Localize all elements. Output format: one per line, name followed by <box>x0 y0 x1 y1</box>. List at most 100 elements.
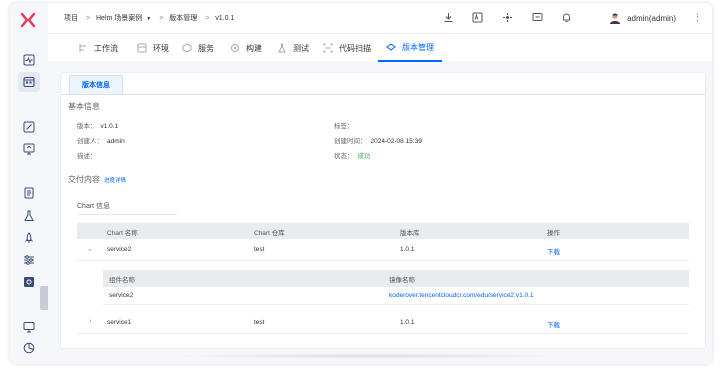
top-bar: 项目 > Helm 场景案例 ▼ > 版本管理 > v1.0.1 admin(a… <box>48 3 712 33</box>
sidebar-collapse-handle[interactable] <box>40 286 48 310</box>
tab-version-management-label: 版本管理 <box>402 42 434 52</box>
status-badge: 成功 <box>357 153 371 160</box>
tab-version-management[interactable]: 版本管理 <box>378 34 442 62</box>
version-value: v1.0.1 <box>100 123 119 130</box>
delivery-title: 交付内容 <box>68 175 100 184</box>
version-label: 版本： <box>77 123 97 130</box>
breadcrumb-version-management[interactable]: 版本管理 <box>169 15 197 22</box>
col-chart-name: Chart 名称 <box>107 230 138 237</box>
chart-info-title: Chart 信息 <box>77 203 111 210</box>
breadcrumb-project[interactable]: Helm 场景案例 <box>96 15 142 22</box>
creator-field: 创建人： admin <box>77 135 125 145</box>
project-nav-tabs: 工作流 环境 服务 构建 测试 代码扫描 版本管理 <box>48 33 712 62</box>
sidebar <box>10 3 48 364</box>
environment-icon <box>137 43 147 53</box>
test-icon <box>278 43 286 53</box>
basic-info-title: 基本信息 <box>68 102 100 111</box>
chart-repo-cell: test <box>254 246 265 253</box>
version-icon <box>386 43 396 51</box>
version-cell: 1.0.1 <box>400 319 415 326</box>
tab-workflow[interactable]: 工作流 <box>78 34 118 62</box>
caret-down-icon[interactable]: ▼ <box>146 16 151 22</box>
description-field: 描述： <box>77 150 97 160</box>
document-icon[interactable] <box>23 187 35 199</box>
tab-build-label: 构建 <box>246 43 262 53</box>
download-link[interactable]: 下载 <box>547 246 560 256</box>
tab-test[interactable]: 测试 <box>277 34 309 62</box>
breadcrumb-separator: > <box>205 15 210 22</box>
projects-icon <box>23 76 35 88</box>
expand-chevron-icon[interactable]: › <box>89 318 91 325</box>
chart-name-cell: service2 <box>107 246 132 253</box>
plugin-icon[interactable] <box>502 12 513 23</box>
col-actions: 操作 <box>547 230 560 237</box>
description-label: 描述： <box>77 153 97 160</box>
edit-icon[interactable] <box>23 121 35 133</box>
zadig-logo[interactable] <box>20 12 36 28</box>
tab-service-label: 服务 <box>198 43 214 53</box>
activity-icon[interactable] <box>23 54 35 66</box>
breadcrumb-separator: > <box>159 15 164 22</box>
workflow-icon <box>79 44 86 52</box>
col-component-name: 组件名称 <box>109 277 135 284</box>
component-name-cell: service2 <box>109 292 134 299</box>
collapse-chevron-icon[interactable]: ⌄ <box>87 245 93 253</box>
created-time-field: 创建时间： 2024-02-08 15:39 <box>334 135 422 145</box>
pie-chart-icon[interactable] <box>23 342 35 354</box>
flask-icon[interactable] <box>23 210 35 222</box>
breadcrumb: 项目 > Helm 场景案例 ▼ > 版本管理 > v1.0.1 <box>64 13 236 23</box>
status-label: 状态： <box>334 153 354 160</box>
tag-field: 标签： <box>334 120 354 130</box>
status-field: 状态： 成功 <box>334 150 371 160</box>
table-row: ⌄ service2 test 1.0.1 下载 <box>77 239 689 261</box>
tab-service[interactable]: 服务 <box>182 34 214 62</box>
tab-code-scan[interactable]: 代码扫描 <box>323 34 371 62</box>
version-cell: 1.0.1 <box>400 246 415 253</box>
bell-icon[interactable] <box>561 12 572 23</box>
user-name: admin(admin) <box>627 13 676 23</box>
chart-table-header: Chart 名称 Chart 仓库 版本库 操作 <box>77 223 689 239</box>
subtab-divider <box>61 94 705 95</box>
monitor-icon[interactable] <box>23 321 35 333</box>
version-field: 版本： v1.0.1 <box>77 120 118 130</box>
tab-test-label: 测试 <box>293 43 309 53</box>
user-menu[interactable]: admin(admin) <box>609 12 676 24</box>
delivery-section: 交付内容 进度详情 <box>68 174 126 185</box>
breadcrumb-current: v1.0.1 <box>215 15 235 22</box>
code-scan-icon <box>323 43 333 53</box>
bottom-shadow <box>160 353 580 359</box>
progress-details-link[interactable]: 进度详情 <box>104 178 126 184</box>
image-name-link[interactable]: koderover.tencentcloudcr.com/edu/service… <box>389 292 534 299</box>
tab-environment-label: 环境 <box>153 43 169 53</box>
translate-icon[interactable] <box>472 12 483 23</box>
version-detail-card: 版本信息 基本信息 版本： v1.0.1 标签： 创建人： admin 创建时间： 2… <box>60 72 706 349</box>
image-table-header: 组件名称 镜像名称 <box>103 270 689 287</box>
chart-repo-cell: test <box>254 319 265 326</box>
download-link[interactable]: 下载 <box>547 319 560 329</box>
creator-value: admin <box>107 138 125 145</box>
tab-code-scan-label: 代码扫描 <box>339 43 371 53</box>
rocket-icon[interactable] <box>23 232 35 244</box>
col-version: 版本库 <box>400 230 420 237</box>
col-chart-repo: Chart 仓库 <box>254 230 285 237</box>
app-window: 项目 > Helm 场景案例 ▼ > 版本管理 > v1.0.1 admin(a… <box>10 3 712 364</box>
tab-build[interactable]: 构建 <box>230 34 262 62</box>
build-icon <box>231 44 239 52</box>
tag-label: 标签： <box>334 123 354 130</box>
breadcrumb-separator: > <box>85 15 91 22</box>
created-time-label: 创建时间： <box>334 138 367 145</box>
settings-box-icon[interactable] <box>23 276 35 288</box>
tab-environment[interactable]: 环境 <box>137 34 169 62</box>
feedback-icon[interactable] <box>532 12 543 23</box>
tab-workflow-label: 工作流 <box>94 43 118 53</box>
avatar <box>610 13 621 24</box>
release-icon[interactable] <box>23 143 35 155</box>
breadcrumb-projects[interactable]: 项目 <box>64 15 78 22</box>
chart-name-cell: service1 <box>107 319 132 326</box>
sliders-icon[interactable] <box>23 254 35 266</box>
tab-version-info[interactable]: 版本信息 <box>69 75 123 95</box>
col-image-name: 镜像名称 <box>389 277 415 284</box>
download-icon[interactable] <box>443 12 454 23</box>
service-icon <box>182 43 192 53</box>
more-icon[interactable]: ⋮ <box>693 12 702 23</box>
